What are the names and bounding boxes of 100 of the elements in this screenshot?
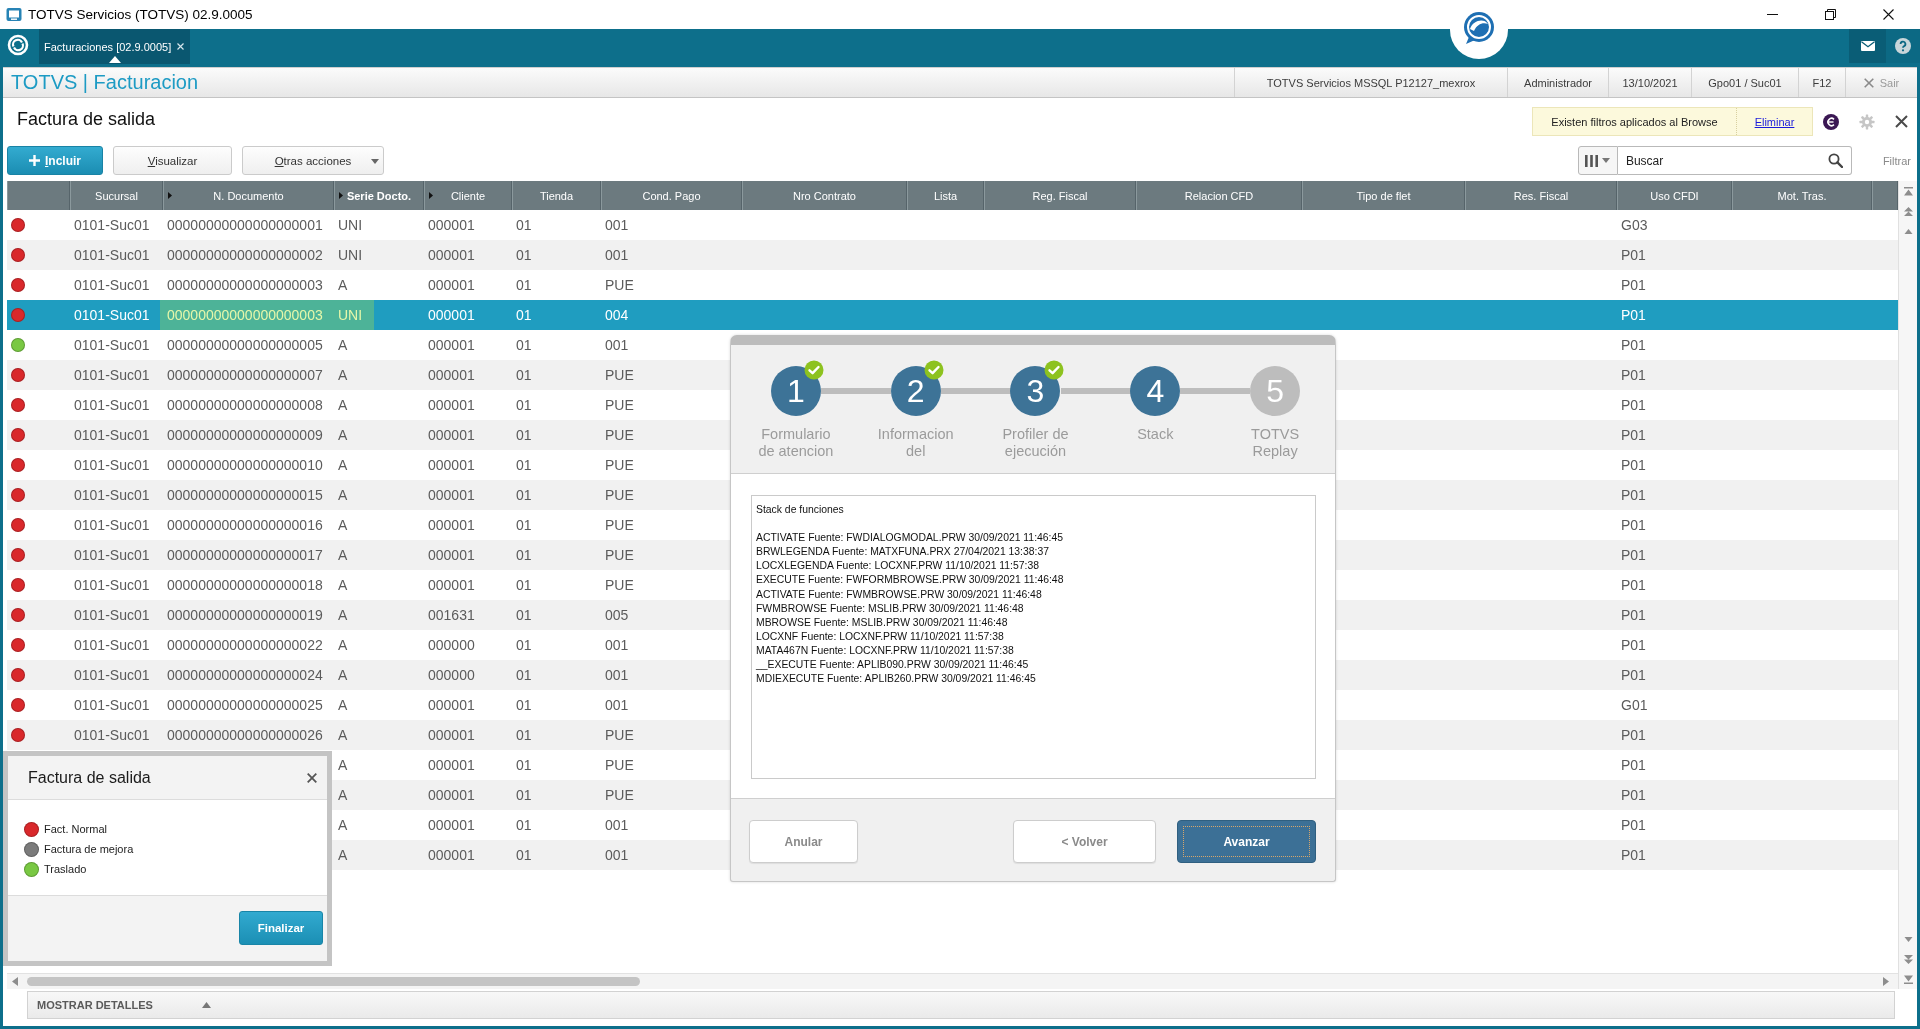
table-cell-text: 01 — [515, 846, 533, 865]
table-cell-text: 00000000000000000005 — [166, 336, 324, 355]
table-cell-text: 01 — [515, 786, 533, 805]
table-cell-text: P01 — [1620, 486, 1647, 505]
table-cell-text: 00000000000000000018 — [166, 576, 324, 595]
table-cell-text: A — [337, 816, 349, 835]
table-cell-text: A — [337, 576, 349, 595]
table-cell-text: P01 — [1620, 276, 1647, 295]
table-cell-text: P01 — [1620, 846, 1647, 865]
table-cell-text: 0101-Suc01 — [73, 396, 151, 415]
table-cell-text: 0101-Suc01 — [73, 696, 151, 715]
table-cell-text: 001 — [604, 816, 630, 835]
table-cell-text: 0101-Suc01 — [73, 456, 151, 475]
table-cell-text: 01 — [515, 306, 533, 325]
step-number: 3 — [1010, 366, 1061, 416]
table-cell-text: 0101-Suc01 — [73, 426, 151, 445]
table-cell-text: 0101-Suc01 — [73, 306, 151, 325]
table-cell-text: 0101-Suc01 — [73, 246, 151, 265]
table-cell-text: 01 — [515, 516, 533, 535]
table-cell-text: 00000000000000000008 — [166, 396, 324, 415]
table-cell-text: 001 — [604, 846, 630, 865]
table-cell-text: PUE — [604, 486, 635, 505]
table-cell-text: PUE — [604, 756, 635, 775]
table-cell-text: P01 — [1620, 426, 1647, 445]
table-cell-text: 001 — [604, 636, 630, 655]
table-cell-text: 000000 — [427, 636, 476, 655]
stack-line: LOCXNF Fuente: LOCXNF.PRW 11/10/2021 11:57:38 — [756, 629, 1005, 644]
table-cell-text: 000001 — [427, 516, 476, 535]
table-cell-text: P01 — [1620, 636, 1647, 655]
stack-line: LOCXLEGENDA Fuente: LOCXNF.PRW 11/10/2021 11:57:38 — [756, 559, 1040, 574]
table-cell-text: 0101-Suc01 — [73, 516, 151, 535]
table-cell-text: 0101-Suc01 — [73, 576, 151, 595]
table-cell-text: G03 — [1620, 216, 1649, 235]
table-cell-text: 00000000000000000001 — [166, 216, 324, 235]
legend-label: Traslado — [44, 863, 87, 875]
table-cell-text: A — [337, 276, 349, 295]
table-cell-text: P01 — [1620, 366, 1647, 385]
table-cell-text: 000001 — [427, 486, 476, 505]
table-cell-text: 000001 — [427, 546, 476, 565]
table-cell-text: 00000000000000000010 — [166, 456, 324, 475]
table-cell-text: A — [337, 786, 349, 805]
info-text: 13/10/2021 — [1622, 76, 1678, 89]
table-cell-text: P01 — [1620, 606, 1647, 625]
table-cell-text: 000001 — [427, 306, 476, 325]
table-cell-text: 001 — [604, 246, 630, 265]
notice-text: Existen filtros aplicados al Browse — [1551, 115, 1718, 128]
table-cell-text: 000001 — [427, 216, 476, 235]
table-cell-text: 00000000000000000017 — [166, 546, 324, 565]
table-cell-text: PUE — [604, 786, 635, 805]
table-cell-text: 01 — [515, 756, 533, 775]
table-cell-text: 000001 — [427, 576, 476, 595]
table-cell-text: 01 — [515, 546, 533, 565]
stack-line: __EXECUTE Fuente: APLIB090.PRW 30/09/2021 11:46:45 — [756, 658, 1030, 673]
table-cell-text: A — [337, 486, 349, 505]
table-cell-text: 0101-Suc01 — [73, 606, 151, 625]
info-text: F12 — [1812, 76, 1832, 89]
table-cell-text: A — [337, 606, 349, 625]
stack-line: EXECUTE Fuente: FWFORMBROWSE.PRW 30/09/2021 11:46:48 — [756, 573, 1065, 588]
table-cell-text: 00000000000000000025 — [166, 696, 324, 715]
table-cell-text: P01 — [1620, 396, 1647, 415]
table-cell-text: PUE — [604, 726, 635, 745]
table-cell-text: P01 — [1620, 546, 1647, 565]
stack-line: BRWLEGENDA Fuente: MATXFUNA.PRX 27/04/2021 13:38:37 — [756, 545, 1050, 560]
table-cell-text: 00000000000000000015 — [166, 486, 324, 505]
table-cell-text: G01 — [1620, 696, 1649, 715]
table-cell-text: 00000000000000000024 — [166, 666, 324, 685]
table-cell-text: A — [337, 366, 349, 385]
table-cell-text: 01 — [515, 486, 533, 505]
table-cell-text: 00000000000000000022 — [166, 636, 324, 655]
stack-line: ACTIVATE Fuente: FWDIALOGMODAL.PRW 30/09/2021 11:46:45 — [756, 531, 1065, 546]
step-label: Stack — [1136, 426, 1175, 443]
table-cell-text: 01 — [515, 816, 533, 835]
app-title: TOTVS | Facturacion — [10, 71, 199, 94]
table-cell-text: 01 — [515, 276, 533, 295]
table-cell-text: P01 — [1620, 456, 1647, 475]
table-cell-text: P01 — [1620, 666, 1647, 685]
table-cell-text: A — [337, 846, 349, 865]
table-cell-text: 01 — [515, 606, 533, 625]
table-cell-text: 005 — [604, 606, 630, 625]
legend-label: Factura de mejora — [44, 843, 134, 855]
table-cell-text: 01 — [515, 726, 533, 745]
table-cell-text: 004 — [604, 306, 630, 325]
table-cell-text: PUE — [604, 576, 635, 595]
table-cell-text: 000001 — [427, 846, 476, 865]
table-cell: 00000000000000000003 — [163, 300, 334, 330]
table-cell-text: 0101-Suc01 — [73, 366, 151, 385]
table-cell-text: 01 — [515, 666, 533, 685]
table-cell-text: 000001 — [427, 246, 476, 265]
legend-label: Fact. Normal — [44, 823, 107, 835]
table-cell-text: PUE — [604, 366, 635, 385]
table-cell-text: P01 — [1620, 306, 1647, 325]
table-cell-text: A — [337, 426, 349, 445]
table-cell-text: PUE — [604, 516, 635, 535]
step-number: 5 — [1250, 366, 1301, 416]
table-cell-text: UNI — [337, 216, 364, 235]
table-cell-text: 000001 — [427, 276, 476, 295]
table-cell-text: 001 — [604, 336, 630, 355]
table-cell-text: 01 — [515, 426, 533, 445]
table-cell-text: 00000000000000000009 — [166, 426, 324, 445]
table-cell-text: 00000000000000000002 — [166, 246, 324, 265]
